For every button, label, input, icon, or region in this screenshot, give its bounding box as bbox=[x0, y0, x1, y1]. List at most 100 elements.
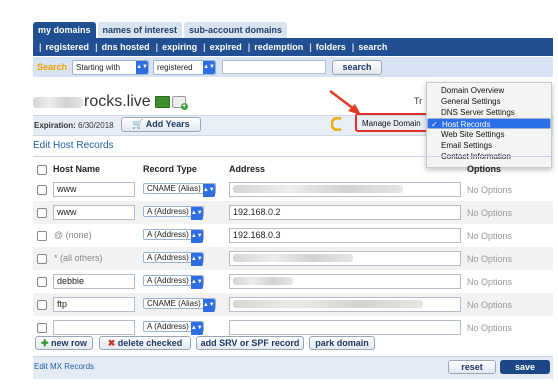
address-input[interactable]: 192.168.0.3 bbox=[229, 228, 461, 243]
host-name-input[interactable] bbox=[53, 320, 135, 335]
menu-item-host-records[interactable]: ✓ Host Records bbox=[427, 118, 551, 129]
address-input[interactable] bbox=[229, 251, 461, 266]
select-arrow-icon: ▲▼ bbox=[190, 253, 203, 266]
row-checkbox[interactable] bbox=[37, 231, 47, 241]
address-input[interactable] bbox=[229, 182, 461, 197]
table-row: @ (none) A (Address) ▲▼ 192.168.0.3 No Op… bbox=[33, 224, 553, 247]
checkmark-icon: ✓ bbox=[431, 120, 438, 129]
reset-button[interactable]: reset bbox=[448, 360, 496, 374]
nav-redemption[interactable]: redemption bbox=[254, 42, 303, 52]
tab-my-domains[interactable]: my domains bbox=[33, 22, 96, 38]
delete-checked-button[interactable]: ✖ delete checked bbox=[99, 336, 191, 350]
contact-card-icon[interactable] bbox=[154, 96, 170, 108]
record-type-select[interactable]: A (Address) ▲▼ bbox=[143, 252, 204, 266]
row-options: No Options bbox=[467, 300, 513, 310]
select-all-checkbox[interactable] bbox=[37, 165, 47, 175]
row-checkbox[interactable] bbox=[37, 208, 47, 218]
row-options: No Options bbox=[467, 323, 513, 333]
row-options: No Options bbox=[467, 254, 513, 264]
header-record-type: Record Type bbox=[143, 164, 197, 174]
tab-names-of-interest[interactable]: names of interest bbox=[97, 22, 183, 38]
host-name-input[interactable]: www bbox=[53, 182, 135, 197]
redacted-address bbox=[233, 300, 423, 308]
expiration-date: 6/30/2018 bbox=[78, 121, 114, 130]
row-checkbox[interactable] bbox=[37, 185, 47, 195]
address-input[interactable] bbox=[229, 274, 461, 289]
menu-item-general-settings[interactable]: General Settings bbox=[441, 96, 501, 107]
row-checkbox[interactable] bbox=[37, 277, 47, 287]
redacted-address bbox=[233, 277, 293, 285]
record-type-select[interactable]: CNAME (Alias) ▲▼ bbox=[143, 298, 216, 312]
table-row: * (all others) A (Address) ▲▼ No Options bbox=[33, 247, 553, 270]
record-type-select[interactable]: A (Address) ▲▼ bbox=[143, 275, 204, 289]
park-domain-button[interactable]: park domain bbox=[309, 336, 375, 350]
section-title: Edit Host Records bbox=[33, 140, 114, 151]
menu-item-email-settings[interactable]: Email Settings bbox=[441, 140, 492, 151]
table-row: www CNAME (Alias) ▲▼ No Options bbox=[33, 178, 553, 201]
menu-item-web-site-settings[interactable]: Web Site Settings bbox=[441, 129, 504, 140]
row-options: No Options bbox=[467, 208, 513, 218]
add-years-label: Add Years bbox=[145, 119, 190, 129]
table-row: ftp CNAME (Alias) ▲▼ No Options bbox=[33, 293, 553, 316]
nav-registered[interactable]: registered bbox=[46, 42, 90, 52]
nav-search[interactable]: search bbox=[358, 42, 387, 52]
domain-header: rocks.live + bbox=[33, 93, 188, 111]
select-arrow-icon: ▲▼ bbox=[190, 276, 203, 289]
add-srv-spf-button[interactable]: add SRV or SPF record bbox=[196, 336, 304, 350]
search-bar: Search Starting with ▲▼ registered ▲▼ se… bbox=[33, 57, 553, 77]
domain-tabs: my domains names of interest sub-account… bbox=[33, 22, 288, 38]
host-name-input[interactable]: www bbox=[53, 205, 135, 220]
nav-expiring[interactable]: expiring bbox=[162, 42, 197, 52]
host-name-input[interactable]: debbie bbox=[53, 274, 135, 289]
search-label: Search bbox=[37, 62, 68, 72]
select-arrow-icon: ▲▼ bbox=[203, 60, 216, 74]
address-input[interactable]: 192.168.0.2 bbox=[229, 205, 461, 220]
expiration-label: Expiration: 6/30/2018 bbox=[34, 121, 114, 130]
nav-expired[interactable]: expired bbox=[210, 42, 242, 52]
save-button[interactable]: save bbox=[500, 360, 550, 374]
row-checkbox[interactable] bbox=[37, 323, 47, 333]
menu-item-dns-server-settings[interactable]: DNS Server Settings bbox=[441, 107, 515, 118]
redacted-address bbox=[233, 185, 403, 193]
row-options: No Options bbox=[467, 231, 513, 241]
address-input[interactable] bbox=[229, 320, 461, 335]
record-type-select[interactable]: A (Address) ▲▼ bbox=[143, 206, 204, 220]
header-truncated-left: Tr bbox=[414, 96, 423, 106]
row-checkbox[interactable] bbox=[37, 300, 47, 310]
search-match-select[interactable]: Starting with ▲▼ bbox=[72, 59, 150, 75]
record-type-select[interactable]: A (Address) ▲▼ bbox=[143, 229, 204, 243]
select-arrow-icon: ▲▼ bbox=[202, 184, 215, 197]
address-input[interactable] bbox=[229, 297, 461, 312]
select-arrow-icon: ▲▼ bbox=[202, 299, 215, 312]
redacted-domain-prefix bbox=[33, 96, 83, 108]
search-scope-value: registered bbox=[157, 62, 193, 72]
nav-folders[interactable]: folders bbox=[316, 42, 346, 52]
edit-mx-records-link[interactable]: Edit MX Records bbox=[34, 362, 94, 371]
delete-icon: ✖ bbox=[107, 338, 116, 348]
host-name-hint: @ (none) bbox=[54, 230, 92, 240]
host-name-input[interactable]: ftp bbox=[53, 297, 135, 312]
tab-sub-account-domains[interactable]: sub-account domains bbox=[184, 22, 288, 38]
search-scope-select[interactable]: registered ▲▼ bbox=[153, 59, 217, 75]
menu-item-domain-overview[interactable]: Domain Overview bbox=[441, 85, 504, 96]
add-years-button[interactable]: 🛒 Add Years bbox=[121, 117, 201, 132]
row-options: No Options bbox=[467, 277, 513, 287]
record-type-select[interactable]: CNAME (Alias) ▲▼ bbox=[143, 183, 216, 197]
search-button[interactable]: search bbox=[332, 59, 383, 75]
divider bbox=[33, 156, 553, 157]
new-row-button[interactable]: ✚ new row bbox=[35, 336, 93, 350]
add-folder-icon[interactable]: + bbox=[171, 96, 188, 110]
plus-icon: ✚ bbox=[40, 338, 49, 348]
select-arrow-icon: ▲▼ bbox=[190, 207, 203, 220]
search-input[interactable] bbox=[222, 60, 327, 74]
select-arrow-icon: ▲▼ bbox=[190, 230, 203, 243]
nav-dns-hosted[interactable]: dns hosted bbox=[102, 42, 150, 52]
record-type-select[interactable]: A (Address) ▲▼ bbox=[143, 321, 204, 335]
row-checkbox[interactable] bbox=[37, 254, 47, 264]
refresh-arrow-icon bbox=[331, 117, 342, 131]
table-row: debbie A (Address) ▲▼ No Options bbox=[33, 270, 553, 293]
search-match-value: Starting with bbox=[76, 62, 121, 72]
header-options: Options bbox=[467, 164, 501, 174]
table-row: www A (Address) ▲▼ 192.168.0.2 No Options bbox=[33, 201, 553, 224]
table-header: Host Name Record Type Address Options bbox=[33, 160, 553, 178]
